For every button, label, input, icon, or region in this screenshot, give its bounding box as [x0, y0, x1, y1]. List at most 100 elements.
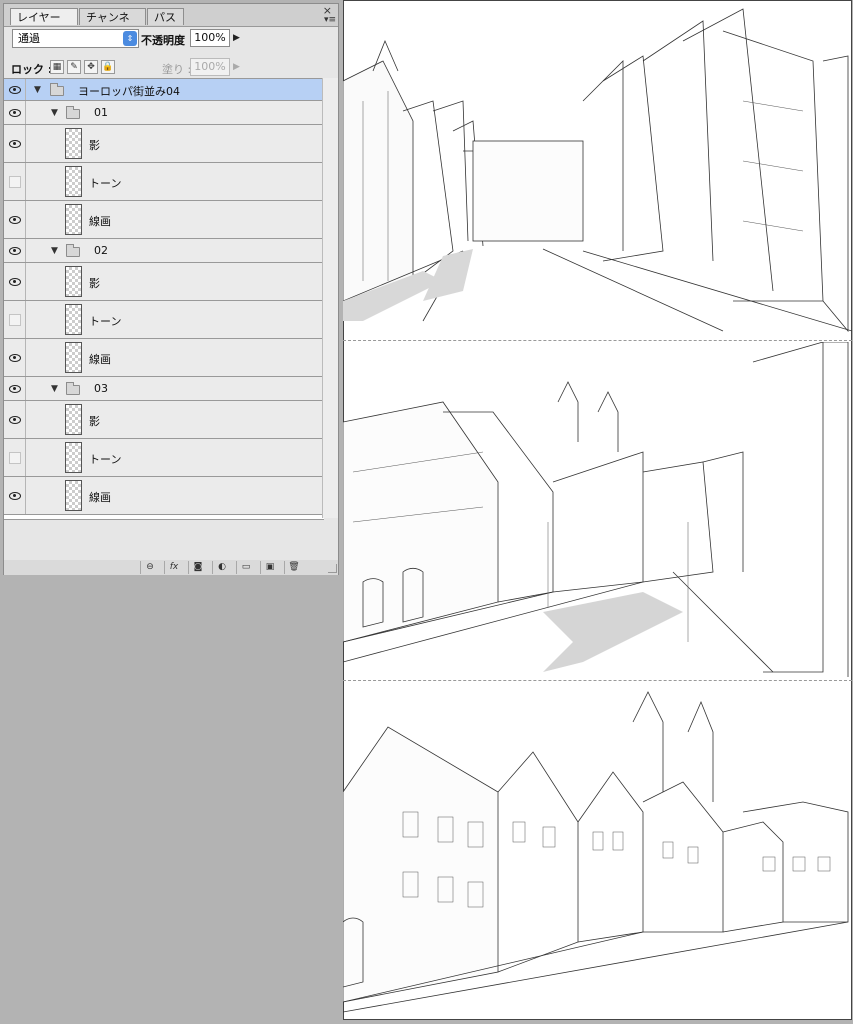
illustration-frame-3	[343, 682, 852, 1019]
layer-row-group-02[interactable]: ▼ 02	[4, 239, 324, 263]
visibility-off-box[interactable]	[9, 452, 21, 464]
layer-name: ヨーロッパ街並み04	[78, 85, 180, 98]
layer-row-root-group[interactable]: ▼ ヨーロッパ街並み04	[4, 79, 324, 101]
layer-row[interactable]: 線画	[4, 201, 324, 239]
opacity-input[interactable]: 100%	[190, 29, 230, 47]
layer-name: 影	[89, 277, 100, 290]
layer-thumbnail	[65, 304, 82, 335]
eye-icon[interactable]	[9, 140, 21, 148]
expand-triangle-icon[interactable]: ▼	[51, 246, 58, 256]
eye-icon[interactable]	[9, 278, 21, 286]
visibility-cell	[4, 377, 26, 400]
layer-row[interactable]: トーン	[4, 439, 324, 477]
layer-name: 03	[94, 382, 108, 395]
visibility-cell	[4, 101, 26, 124]
visibility-cell	[4, 79, 26, 100]
opacity-label: 不透明度 :	[141, 34, 194, 47]
layer-name: トーン	[89, 453, 122, 466]
panel-menu-icon[interactable]: ▾≡	[324, 15, 336, 25]
eye-icon[interactable]	[9, 86, 21, 94]
trash-icon[interactable]: 🗑	[284, 561, 303, 574]
lock-label: ロック :	[11, 63, 53, 76]
layer-row-group-03[interactable]: ▼ 03	[4, 377, 324, 401]
layer-name: 線画	[89, 215, 111, 228]
visibility-cell	[4, 201, 26, 238]
visibility-off-box[interactable]	[9, 176, 21, 188]
layer-name: 影	[89, 139, 100, 152]
folder-icon	[66, 382, 80, 395]
eye-icon[interactable]	[9, 385, 21, 393]
street-drawing-3	[343, 691, 849, 1013]
layer-thumbnail	[65, 266, 82, 297]
layers-panel: レイヤー× チャンネル パス × ▾≡ 通過 ⇕ 不透明度 : 100% ▶ ロ…	[3, 3, 339, 575]
expand-triangle-icon[interactable]: ▼	[51, 108, 58, 118]
layer-row[interactable]: 影	[4, 263, 324, 301]
illustration-frame-2	[343, 342, 852, 679]
tab-channels[interactable]: チャンネル	[79, 8, 146, 41]
new-group-icon[interactable]: ▭	[236, 561, 255, 574]
lock-transparent-icon[interactable]: ▦	[50, 60, 64, 74]
layer-row[interactable]: トーン	[4, 301, 324, 339]
visibility-cell	[4, 163, 26, 200]
layer-row[interactable]: 線画	[4, 477, 324, 515]
layer-name: トーン	[89, 177, 122, 190]
lock-position-icon[interactable]: ✥	[84, 60, 98, 74]
eye-icon[interactable]	[9, 354, 21, 362]
layer-name: 影	[89, 415, 100, 428]
layer-row[interactable]: トーン	[4, 163, 324, 201]
folder-icon	[66, 244, 80, 257]
eye-icon[interactable]	[9, 492, 21, 500]
new-layer-icon[interactable]: ▣	[260, 561, 279, 574]
resize-grip[interactable]	[328, 564, 337, 573]
panel-tabbar: レイヤー× チャンネル パス × ▾≡	[4, 4, 338, 41]
layer-name: 線画	[89, 491, 111, 504]
blend-mode-select[interactable]: 通過 ⇕	[12, 29, 139, 48]
layer-row[interactable]: 影	[4, 401, 324, 439]
link-icon[interactable]: ⊖	[140, 561, 159, 574]
visibility-cell	[4, 263, 26, 300]
layer-thumbnail	[65, 442, 82, 473]
visibility-cell	[4, 301, 26, 338]
mask-icon[interactable]: ◙	[188, 561, 207, 574]
layer-thumbnail	[65, 404, 82, 435]
eye-icon[interactable]	[9, 109, 21, 117]
visibility-cell	[4, 339, 26, 376]
select-arrow-icon: ⇕	[123, 31, 137, 46]
layer-name: 線画	[89, 353, 111, 366]
layer-row[interactable]: 影	[4, 125, 324, 163]
layer-row-group-01[interactable]: ▼ 01	[4, 101, 324, 125]
opacity-slider-icon[interactable]: ▶	[233, 33, 240, 43]
folder-icon	[50, 83, 64, 96]
layer-list-scrollbar[interactable]	[322, 78, 338, 518]
eye-icon[interactable]	[9, 247, 21, 255]
eye-icon[interactable]	[9, 416, 21, 424]
layer-thumbnail	[65, 204, 82, 235]
illustration-frame-1	[343, 1, 852, 340]
visibility-cell	[4, 401, 26, 438]
layer-name: 01	[94, 106, 108, 119]
expand-triangle-icon[interactable]: ▼	[51, 384, 58, 394]
eye-icon[interactable]	[9, 216, 21, 224]
adjustment-icon[interactable]: ◐	[212, 561, 231, 574]
street-drawing-1	[343, 8, 852, 333]
blend-mode-value: 通過	[18, 32, 40, 45]
layer-list: ▼ ヨーロッパ街並み04 ▼ 01 影 トーン 線画 ▼ 02 影 トーン 線画…	[4, 78, 324, 520]
lock-all-icon[interactable]: 🔒	[101, 60, 115, 74]
tab-layers[interactable]: レイヤー×	[10, 8, 78, 41]
lock-paint-icon[interactable]: ✎	[67, 60, 81, 74]
expand-triangle-icon[interactable]: ▼	[34, 85, 41, 95]
layer-thumbnail	[65, 480, 82, 511]
fx-icon[interactable]: fx	[164, 561, 183, 574]
fill-input[interactable]: 100%	[190, 58, 230, 76]
tab-layers-label: レイヤー	[17, 11, 61, 24]
visibility-cell	[4, 239, 26, 262]
fill-slider-icon[interactable]: ▶	[233, 62, 240, 72]
visibility-cell	[4, 439, 26, 476]
visibility-off-box[interactable]	[9, 314, 21, 326]
layer-name: 02	[94, 244, 108, 257]
tab-paths[interactable]: パス	[147, 8, 184, 25]
layer-thumbnail	[65, 342, 82, 373]
layer-row[interactable]: 線画	[4, 339, 324, 377]
layer-name: トーン	[89, 315, 122, 328]
folder-icon	[66, 106, 80, 119]
